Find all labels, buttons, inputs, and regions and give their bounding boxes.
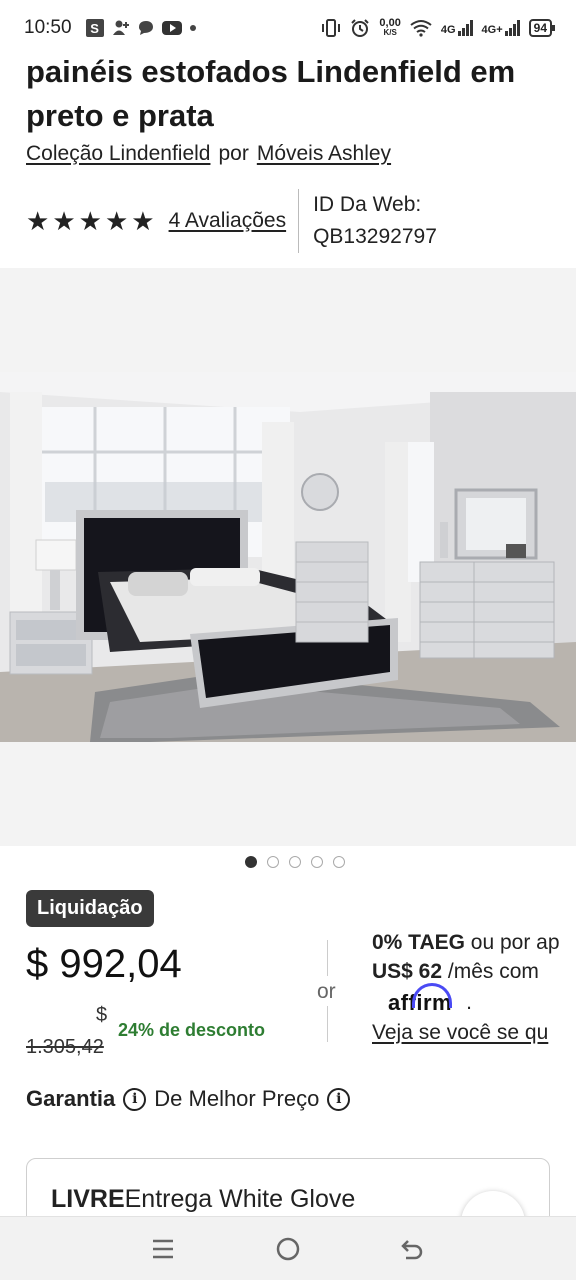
star-icon: ★ [131,206,155,236]
chat-bubble-icon [138,20,154,36]
pager-dot-3[interactable] [289,856,301,868]
financing-line-1: 0% TAEG ou por ap [372,928,576,957]
info-icon[interactable]: i [327,1087,351,1111]
star-icon: ★ [26,206,50,236]
delivery-type: Entrega White Glove [124,1185,356,1213]
sale-badge: Liquidação [26,890,154,927]
pager-dot-2[interactable] [267,856,279,868]
guarantee-label: Garantia [26,1086,116,1111]
divider [298,189,300,253]
signal-sim1: 4G [441,20,473,36]
was-price: 1.305,42 [26,1036,104,1058]
product-photo[interactable] [0,372,576,742]
rating-row: ★ ★ ★ ★ ★ 4 Avaliações ID Da Web: QB1329… [26,188,556,254]
pager-dot-5[interactable] [333,856,345,868]
wifi-icon [410,19,432,37]
affirm-line: affirm . [372,982,576,1018]
apr-label: 0% TAEG [372,931,465,954]
status-bar: 10:50 S 0,00 K/S 4G 4G+ 94 [0,0,576,56]
monthly-amount: US$ 62 [372,960,443,983]
status-time: 10:50 [24,17,72,38]
reviews-link[interactable]: 4 Avaliações [169,209,287,233]
net-speed-value: 0,00 [379,17,401,29]
web-id-value: QB13292797 [313,225,437,248]
signal-bars-icon [504,20,520,36]
signal-sim2: 4G+ [482,20,520,36]
status-right: 0,00 K/S 4G 4G+ 94 [321,18,556,38]
network-speed: 0,00 K/S [379,18,400,38]
info-icon[interactable]: i [123,1087,147,1111]
alarm-icon [350,18,370,38]
financing-text-1: ou por ap [464,931,560,954]
battery-icon: 94 [528,19,556,37]
price-guarantee: Garantia i De Melhor Preço i [26,1086,351,1112]
back-icon[interactable] [393,1229,433,1269]
web-id: ID Da Web: QB13292797 [313,189,437,253]
collection-link[interactable]: Coleção Lindenfield [26,142,210,166]
brand-link[interactable]: Móveis Ashley [257,142,391,166]
vibrate-icon [321,19,341,37]
youtube-icon [161,21,182,35]
financing-line-2: US$ 62 /mês com [372,957,576,986]
s-app-icon: S [85,19,104,37]
was-price-currency: $ [96,1004,108,1026]
gallery-pager [0,856,576,868]
menu-icon[interactable] [143,1229,183,1269]
collection-line: Coleção Lindenfield por Móveis Ashley [26,142,391,166]
signal-bars-icon [457,20,473,36]
product-title: painéis estofados Lindenfield em preto e… [26,54,516,133]
web-id-label: ID Da Web: [313,193,422,216]
discount-label: 24% de desconto [118,1020,266,1040]
pager-dot-1[interactable] [245,856,257,868]
divider [327,940,328,976]
prequalify-link[interactable]: Veja se você se qu [372,1021,548,1044]
guarantee-text: De Melhor Preço [154,1086,320,1111]
financing-text-2: /mês com [442,960,539,983]
star-icon: ★ [52,206,76,236]
affirm-period: . [466,990,472,1014]
system-nav-bar [0,1216,576,1280]
add-contact-icon [112,19,130,37]
by-text: por [218,142,249,165]
product-gallery[interactable] [0,268,576,846]
pager-dot-4[interactable] [311,856,323,868]
affirm-logo: affirm [388,982,453,1015]
delivery-text: LIVREEntrega White Glove [51,1185,355,1214]
rating-stars[interactable]: ★ ★ ★ ★ ★ [26,208,155,234]
financing-offer: 0% TAEG ou por ap US$ 62 /mês com affirm… [372,928,576,1047]
home-icon[interactable] [268,1229,308,1269]
star-icon: ★ [104,206,129,236]
free-label: LIVRE [51,1185,125,1213]
net-speed-unit: K/S [383,28,397,37]
status-left: 10:50 S [24,17,196,39]
or-text: or [317,980,336,1003]
star-icon: ★ [78,206,102,236]
notification-dot-icon [189,25,196,31]
sim1-label: 4G [440,24,456,36]
current-price: $ 992,04 [26,942,182,986]
sim2-label: 4G+ [481,24,503,36]
divider [327,1006,328,1042]
